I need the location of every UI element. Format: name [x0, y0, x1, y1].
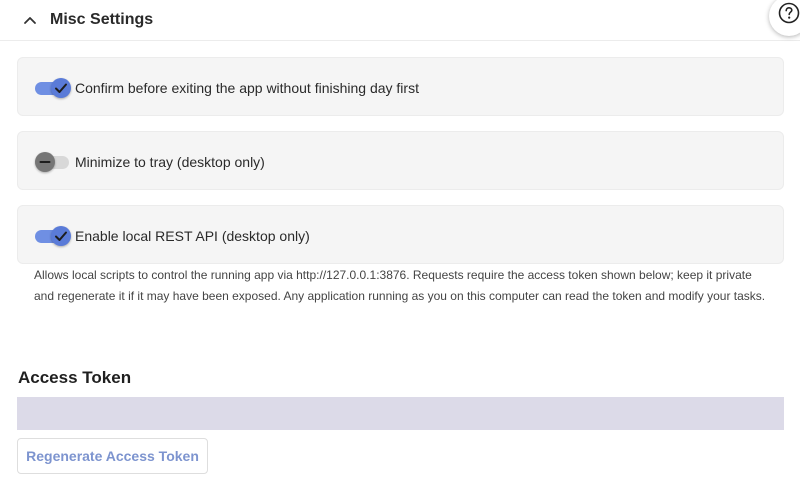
rest-api-toggle[interactable] — [35, 226, 71, 246]
setting-confirm-exit: Confirm before exiting the app without f… — [17, 57, 784, 116]
regenerate-token-button[interactable]: Regenerate Access Token — [17, 438, 208, 474]
rest-api-help-text: Allows local scripts to control the runn… — [34, 268, 766, 303]
confirm-exit-toggle[interactable] — [35, 78, 71, 98]
setting-label: Minimize to tray (desktop only) — [75, 154, 265, 170]
toggle-thumb — [35, 152, 55, 172]
minus-icon — [39, 161, 51, 163]
access-token-field[interactable] — [17, 397, 784, 430]
misc-settings-panel: Misc Settings Confirm before exiting the… — [0, 0, 800, 484]
chevron-up-icon[interactable] — [20, 10, 40, 30]
section-title: Misc Settings — [50, 11, 154, 28]
section-header[interactable]: Misc Settings — [0, 0, 800, 41]
check-icon — [55, 83, 67, 93]
setting-minimize-tray: Minimize to tray (desktop only) — [17, 131, 784, 190]
toggle-thumb — [51, 226, 71, 246]
toggle-thumb — [51, 78, 71, 98]
question-mark-circle-icon — [778, 2, 800, 24]
access-token-title: Access Token — [18, 368, 132, 387]
minimize-tray-toggle[interactable] — [35, 152, 71, 172]
setting-label: Confirm before exiting the app without f… — [75, 80, 419, 96]
setting-label: Enable local REST API (desktop only) — [75, 228, 310, 244]
setting-rest-api: Enable local REST API (desktop only) — [17, 205, 784, 264]
check-icon — [55, 231, 67, 241]
